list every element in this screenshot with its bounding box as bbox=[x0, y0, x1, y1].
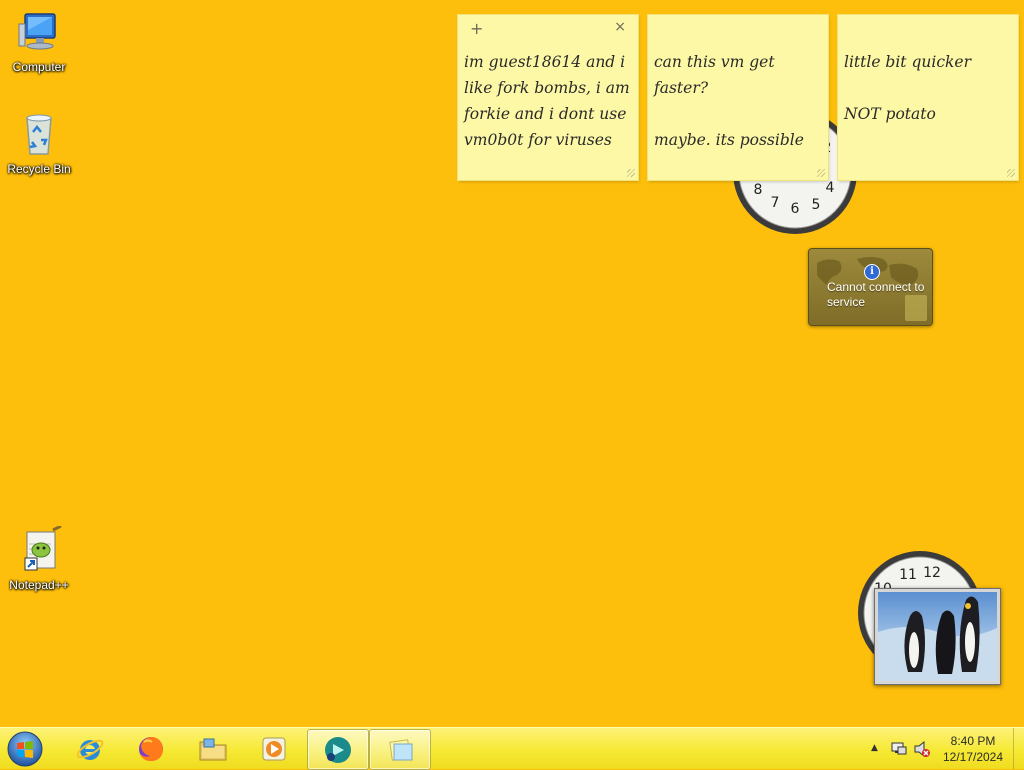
windows-start-orb-icon[interactable] bbox=[6, 730, 44, 768]
sticky-note-toolbar bbox=[838, 15, 1018, 43]
sticky-note-2[interactable]: can this vm get faster? maybe. its possi… bbox=[648, 15, 828, 180]
desktop-icon-label: Notepad++ bbox=[9, 578, 69, 592]
desktop-icon-recycle-bin[interactable]: Recycle Bin bbox=[3, 110, 75, 176]
svg-text:11: 11 bbox=[899, 567, 917, 583]
sticky-note-3[interactable]: little bit quicker NOT potato bbox=[838, 15, 1018, 180]
clock-date: 12/17/2024 bbox=[942, 750, 1004, 764]
desktop-icon-label: Computer bbox=[12, 60, 66, 74]
svg-text:6: 6 bbox=[791, 201, 800, 217]
resize-grip-icon[interactable] bbox=[627, 169, 635, 177]
resize-grip-icon[interactable] bbox=[1007, 169, 1015, 177]
desktop-icon-computer[interactable]: Computer bbox=[3, 8, 75, 74]
desktop-icon-notepad-plus-plus[interactable]: Notepad++ bbox=[3, 526, 75, 592]
taskbar-file-explorer[interactable] bbox=[183, 729, 243, 768]
desktop-icon-label: Recycle Bin bbox=[7, 162, 71, 176]
close-note-button[interactable]: × bbox=[614, 19, 626, 35]
svg-text:8: 8 bbox=[754, 182, 763, 198]
weather-error-message: Cannot connect to service bbox=[827, 280, 925, 309]
media-player-icon bbox=[262, 737, 286, 761]
show-hidden-icons-button[interactable]: ▲ bbox=[871, 743, 878, 753]
clock-time: 8:40 PM bbox=[950, 734, 996, 748]
sticky-note-text[interactable]: can this vm get faster? maybe. its possi… bbox=[648, 43, 828, 153]
resize-grip-icon[interactable] bbox=[817, 169, 825, 177]
sticky-note-text[interactable]: im guest18614 and i like fork bombs, i a… bbox=[458, 43, 638, 153]
sticky-note-text[interactable]: little bit quicker NOT potato bbox=[838, 43, 1018, 127]
taskbar-media-player[interactable] bbox=[244, 729, 304, 768]
taskbar: ▲ 8:40 PM 12/17/2024 bbox=[0, 727, 1024, 770]
svg-text:5: 5 bbox=[812, 197, 821, 213]
sticky-note-1[interactable]: + × im guest18614 and i like fork bombs,… bbox=[458, 15, 638, 180]
penguins-photo bbox=[878, 592, 997, 681]
taskbar-sticky-notes[interactable] bbox=[369, 729, 431, 770]
info-icon: i bbox=[864, 264, 880, 280]
sticky-notes-icon bbox=[389, 739, 413, 761]
svg-text:7: 7 bbox=[771, 195, 780, 211]
app-icon bbox=[325, 737, 351, 763]
volume-muted-icon[interactable] bbox=[913, 740, 931, 758]
firefox-icon bbox=[139, 737, 163, 761]
taskbar-internet-explorer[interactable] bbox=[60, 729, 120, 768]
network-icon[interactable] bbox=[890, 740, 908, 758]
computer-icon bbox=[18, 13, 56, 50]
svg-text:4: 4 bbox=[826, 180, 835, 196]
taskbar-running-app[interactable] bbox=[307, 729, 369, 770]
taskbar-firefox[interactable] bbox=[121, 729, 181, 768]
system-clock[interactable]: 8:40 PM 12/17/2024 bbox=[936, 733, 1010, 765]
sticky-note-toolbar bbox=[648, 15, 828, 43]
folder-icon bbox=[199, 738, 227, 761]
internet-explorer-icon bbox=[76, 739, 104, 760]
sticky-note-toolbar: + × bbox=[458, 15, 638, 43]
svg-text:12: 12 bbox=[923, 565, 941, 581]
slideshow-gadget[interactable] bbox=[874, 588, 1001, 685]
notepad-plus-plus-icon bbox=[24, 526, 62, 571]
weather-gadget[interactable]: i Cannot connect to service bbox=[808, 248, 933, 326]
recycle-bin-icon bbox=[26, 114, 52, 155]
new-note-button[interactable]: + bbox=[470, 19, 483, 38]
show-desktop-button[interactable] bbox=[1013, 728, 1024, 769]
